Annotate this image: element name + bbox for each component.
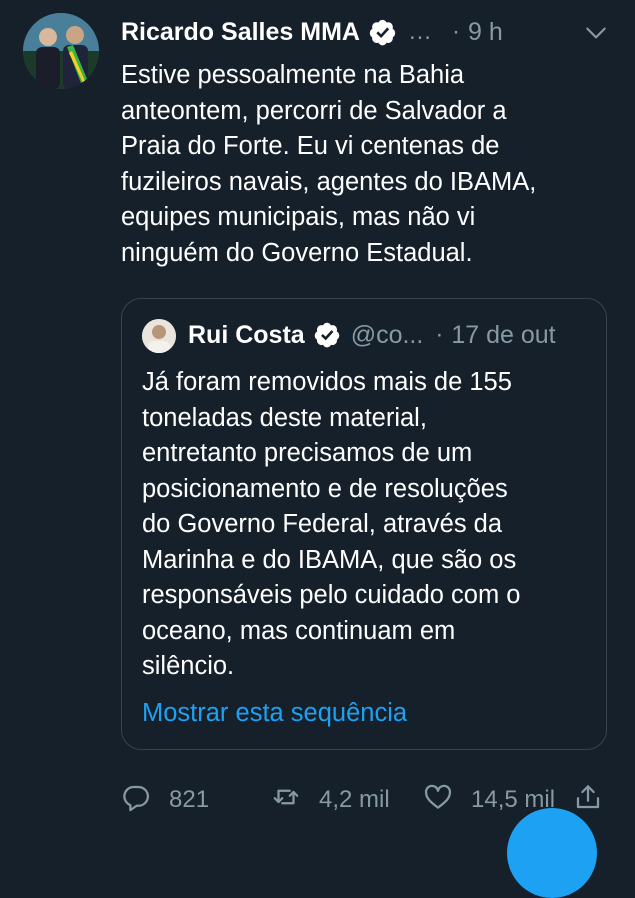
quoted-text-line: oceano, mas continuam em [142, 616, 456, 645]
quoted-author-handle: @co... [350, 320, 424, 349]
tweet-text-line: Estive pessoalmente na Bahia [121, 61, 465, 89]
tweet-text-line: equipes municipais, mas não vi [121, 203, 476, 231]
compose-tweet-button[interactable] [507, 808, 597, 898]
quoted-tweet-card[interactable]: Rui Costa @co... · 17 de out Já foram re… [121, 298, 607, 750]
tweet-time[interactable]: 9 h [468, 18, 503, 47]
reply-count: 821 [169, 786, 210, 813]
verified-badge-icon [368, 18, 397, 47]
quoted-author-avatar[interactable] [142, 319, 176, 353]
verified-badge-icon [313, 321, 341, 349]
chevron-down-icon[interactable] [583, 20, 609, 46]
quoted-tweet-header: Rui Costa @co... · 17 de out [188, 315, 592, 355]
quoted-text-line: do Governo Federal, através da [142, 510, 503, 538]
tweet-text: Estive pessoalmente na Bahia anteontem, … [121, 58, 621, 271]
show-thread-link[interactable]: Mostrar esta sequência [142, 699, 407, 728]
reply-button[interactable]: 821 [121, 780, 209, 820]
quoted-text-line: Já foram removidos mais de 155 [142, 368, 512, 396]
quoted-text-line: posicionamento e de resoluções [142, 474, 508, 503]
tweet-text-line: fuzileiros navais, agentes do IBAMA, [121, 167, 537, 196]
like-icon [423, 782, 453, 819]
author-handle[interactable]: ... [409, 18, 432, 46]
tweet-text-line: anteontem, percorri de Salvador a [121, 96, 507, 125]
quoted-text-line: entretanto precisamos de um [142, 439, 473, 467]
tweet-header: Ricardo Salles MMA ... · 9 h [121, 14, 615, 50]
share-icon [573, 782, 603, 819]
retweet-icon [271, 782, 301, 819]
separator-dot: · [451, 18, 460, 45]
author-avatar[interactable] [23, 13, 99, 89]
quoted-author-name: Rui Costa [188, 320, 305, 349]
share-button[interactable] [573, 780, 603, 820]
author-name[interactable]: Ricardo Salles MMA [121, 18, 360, 47]
quoted-text-line: silêncio. [142, 652, 235, 680]
quoted-text-line: Marinha e do IBAMA, que são os [142, 545, 517, 574]
retweet-count: 4,2 mil [319, 786, 390, 813]
tweet-text-line: ninguém do Governo Estadual. [121, 238, 473, 267]
tweet-text-line: Praia do Forte. Eu vi centenas de [121, 132, 500, 160]
reply-icon [121, 782, 151, 819]
retweet-button[interactable]: 4,2 mil [271, 780, 390, 820]
quoted-tweet-date: 17 de out [451, 320, 556, 349]
quoted-tweet-text: Já foram removidos mais de 155 toneladas… [142, 365, 597, 685]
quoted-text-line: responsáveis pelo cuidado com o [142, 581, 521, 609]
quoted-text-line: toneladas deste material, [142, 403, 427, 432]
separator-dot: · [435, 321, 444, 348]
